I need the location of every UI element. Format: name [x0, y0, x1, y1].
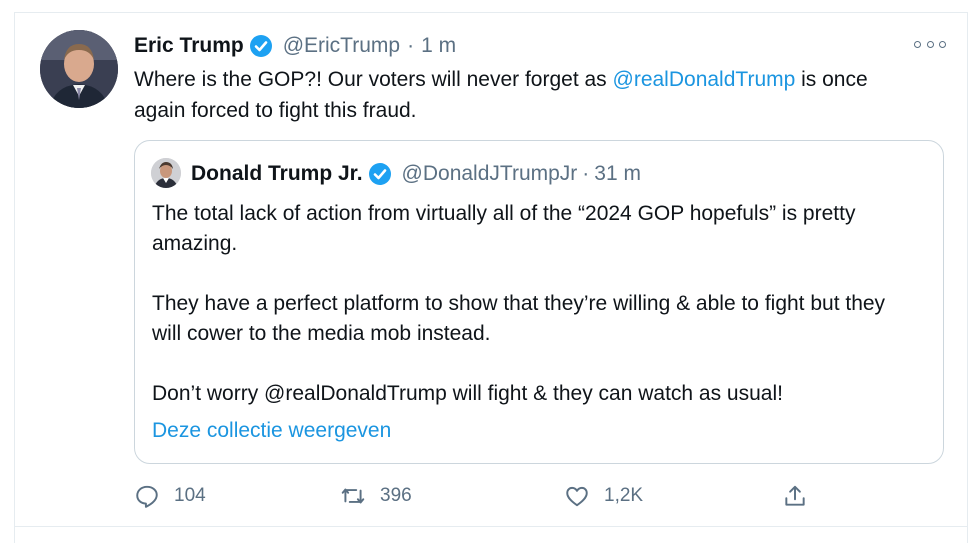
reply-button[interactable]: 104 [134, 480, 206, 512]
like-count: 1,2K [604, 485, 644, 506]
like-icon [566, 486, 588, 507]
meta-separator: · [582, 162, 590, 185]
like-button[interactable]: 1,2K [564, 480, 643, 512]
reply-count: 104 [174, 485, 206, 506]
author-avatar[interactable] [40, 30, 118, 108]
quoted-tweet-time[interactable]: 31 m [594, 162, 641, 186]
retweet-count: 396 [380, 485, 412, 506]
quoted-author-handle[interactable]: @DonaldJTrumpJr [402, 162, 578, 186]
quoted-paragraph: The total lack of action from virtually … [152, 202, 856, 255]
tweet-text-start: Where is the GOP?! Our voters will never… [134, 68, 613, 91]
quoted-paragraph: They have a perfect platform to show tha… [152, 292, 886, 345]
verified-badge-icon [368, 162, 392, 186]
verified-badge-icon [249, 34, 273, 58]
quoted-tweet[interactable]: Donald Trump Jr. @DonaldJTrumpJr · 31 m … [134, 140, 944, 464]
tweet-time[interactable]: 1 m [421, 34, 456, 58]
reply-icon [136, 485, 158, 508]
divider [14, 526, 968, 527]
more-options-icon[interactable] [914, 37, 946, 51]
meta-separator: · [407, 34, 415, 57]
share-button[interactable] [782, 480, 808, 512]
tweet-text: Where is the GOP?! Our voters will never… [134, 64, 924, 126]
share-icon [785, 485, 805, 506]
quoted-tweet-header: Donald Trump Jr. @DonaldJTrumpJr · 31 m [191, 160, 641, 188]
tweet-actions: 104 396 1,2K [134, 480, 824, 512]
mention-link[interactable]: @realDonaldTrump [613, 68, 796, 91]
author-name[interactable]: Eric Trump [134, 34, 244, 58]
quoted-author-avatar[interactable] [151, 158, 181, 188]
tweet-header: Eric Trump @EricTrump · 1 m [134, 32, 456, 60]
show-collection-link[interactable]: Deze collectie weergeven [152, 419, 391, 443]
author-handle[interactable]: @EricTrump [283, 34, 400, 58]
quoted-paragraph: Don’t worry @realDonaldTrump will fight … [152, 382, 783, 405]
quoted-author-name[interactable]: Donald Trump Jr. [191, 162, 363, 186]
retweet-icon [341, 488, 365, 504]
quoted-tweet-text: The total lack of action from virtually … [152, 199, 912, 409]
retweet-button[interactable]: 396 [340, 480, 412, 512]
